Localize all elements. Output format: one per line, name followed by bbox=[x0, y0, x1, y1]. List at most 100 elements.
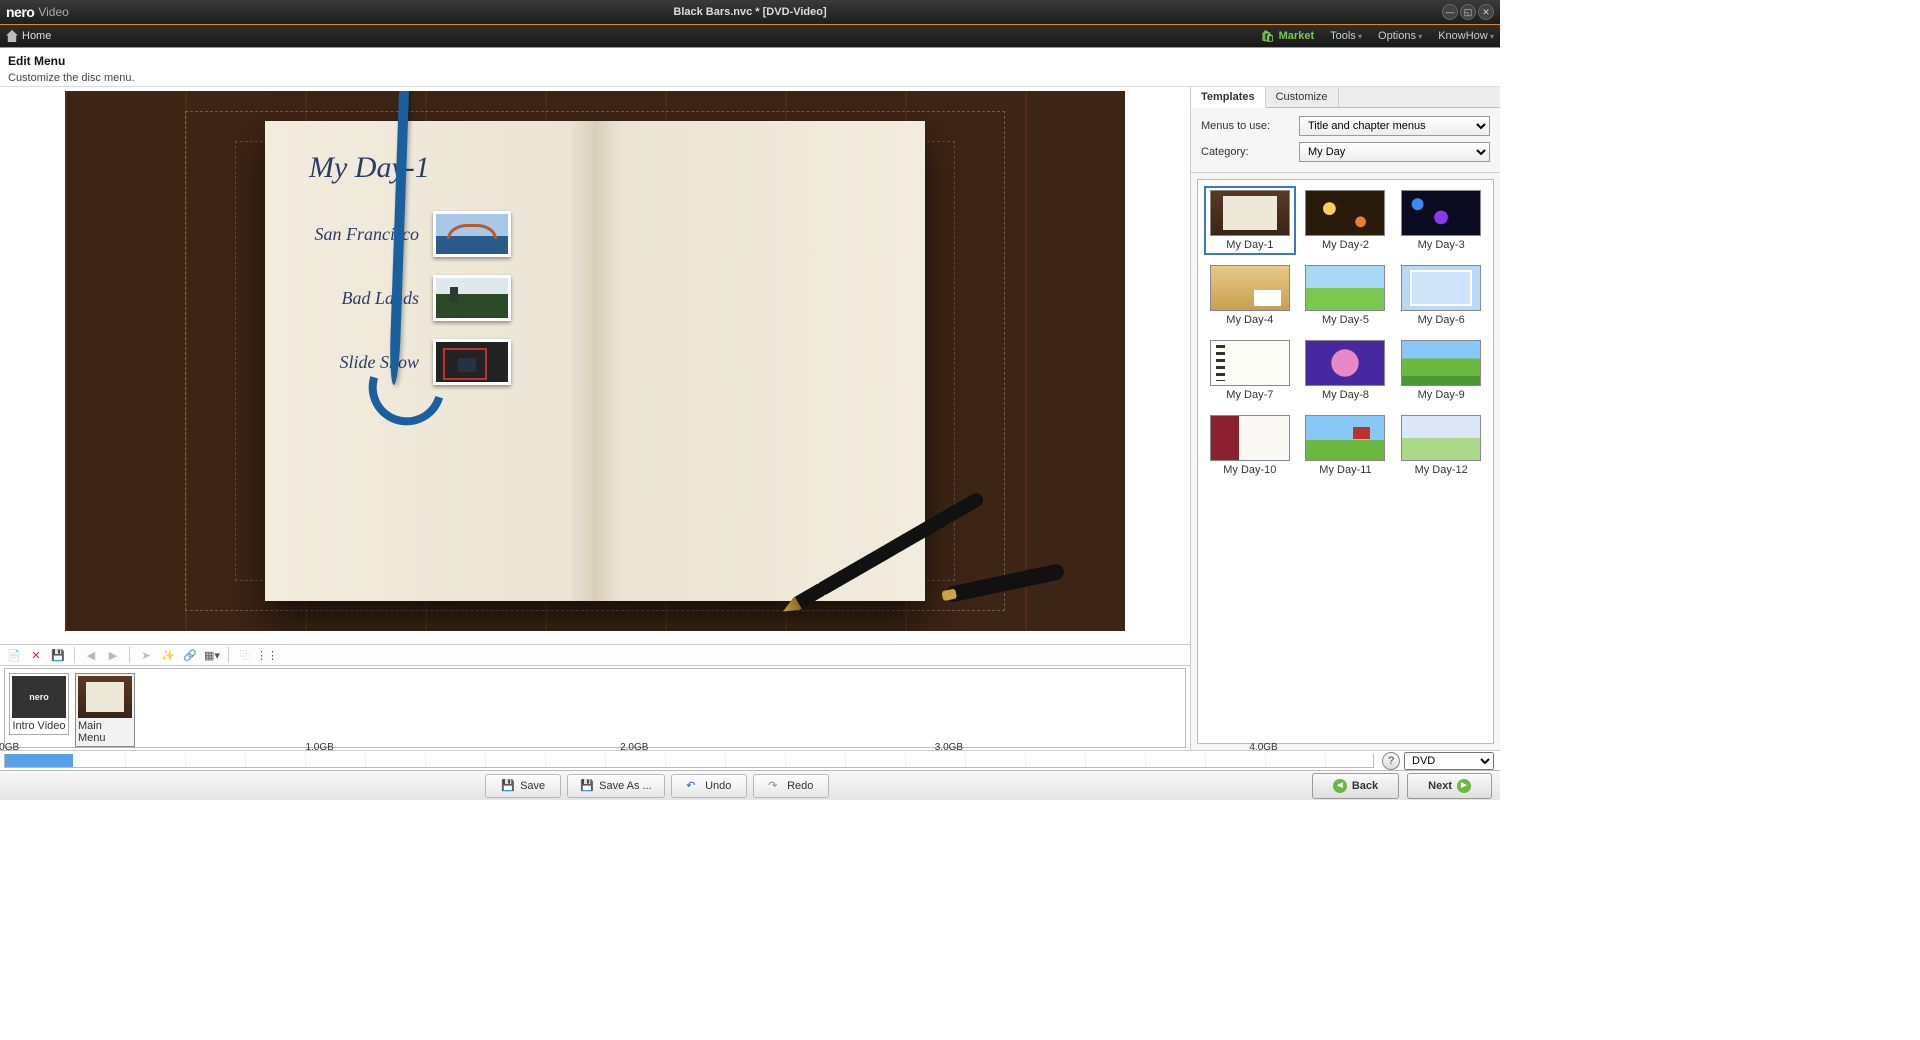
menu-item-thumb bbox=[433, 211, 511, 257]
template-item[interactable]: My Day-11 bbox=[1302, 413, 1390, 478]
disc-usage-row: 0.0GB 1.0GB 2.0GB 3.0GB 4.0GB ? DVD bbox=[0, 750, 1500, 770]
knowhow-menu[interactable]: KnowHow bbox=[1438, 30, 1494, 42]
tab-templates[interactable]: Templates bbox=[1191, 87, 1266, 108]
market-button[interactable]: 🛍 Market bbox=[1261, 30, 1314, 43]
tools-menu[interactable]: Tools bbox=[1330, 30, 1362, 42]
template-label: My Day-3 bbox=[1418, 239, 1465, 251]
template-label: My Day-4 bbox=[1226, 314, 1273, 326]
align-icon[interactable]: ⋮⋮ bbox=[257, 646, 277, 664]
template-item[interactable]: My Day-8 bbox=[1302, 338, 1390, 403]
new-item-icon: 📄 bbox=[4, 646, 24, 664]
redo-icon: ↷ bbox=[768, 779, 782, 793]
undo-icon: ↶ bbox=[686, 779, 700, 793]
undo-button[interactable]: ↶Undo bbox=[671, 774, 747, 798]
template-label: My Day-2 bbox=[1322, 239, 1369, 251]
footer-bar: 💾Save 💾Save As ... ↶Undo ↷Redo ◄Back Nex… bbox=[0, 770, 1500, 800]
template-label: My Day-12 bbox=[1415, 464, 1468, 476]
minimize-button[interactable]: — bbox=[1442, 4, 1458, 20]
redo-button[interactable]: ↷Redo bbox=[753, 774, 829, 798]
template-item[interactable]: My Day-9 bbox=[1397, 338, 1485, 403]
page-title: Edit Menu bbox=[8, 54, 1492, 68]
home-button[interactable]: Home bbox=[6, 30, 51, 42]
menus-label: Menus to use: bbox=[1201, 120, 1293, 132]
home-icon bbox=[6, 30, 18, 42]
home-label: Home bbox=[22, 30, 51, 42]
page-header: Edit Menu Customize the disc menu. bbox=[0, 48, 1500, 87]
tab-customize[interactable]: Customize bbox=[1266, 87, 1339, 107]
grid-icon[interactable]: ▦▾ bbox=[202, 646, 222, 664]
disc-tick: 3.0GB bbox=[935, 742, 963, 753]
clip-thumb bbox=[78, 676, 132, 718]
template-label: My Day-9 bbox=[1418, 389, 1465, 401]
disc-type-select[interactable]: DVD bbox=[1404, 752, 1494, 770]
close-button[interactable]: ✕ bbox=[1478, 4, 1494, 20]
disc-tick: 0.0GB bbox=[0, 742, 19, 753]
template-item[interactable]: My Day-6 bbox=[1397, 263, 1485, 328]
next-button[interactable]: Next► bbox=[1407, 773, 1492, 799]
template-item[interactable]: My Day-10 bbox=[1206, 413, 1294, 478]
template-label: My Day-6 bbox=[1418, 314, 1465, 326]
template-item[interactable]: My Day-7 bbox=[1206, 338, 1294, 403]
save-icon: 💾 bbox=[501, 779, 515, 793]
market-label: Market bbox=[1279, 30, 1314, 42]
save-icon[interactable]: 💾 bbox=[48, 646, 68, 664]
book-graphic: My Day-1 San Francisco Bad Lands Slide S… bbox=[265, 121, 925, 601]
template-label: My Day-5 bbox=[1322, 314, 1369, 326]
template-item[interactable]: My Day-4 bbox=[1206, 263, 1294, 328]
brand-logo: nero bbox=[6, 4, 34, 20]
disc-usage-bar: 0.0GB 1.0GB 2.0GB 3.0GB 4.0GB bbox=[4, 754, 1374, 768]
options-menu[interactable]: Options bbox=[1378, 30, 1422, 42]
menu-preview[interactable]: My Day-1 San Francisco Bad Lands Slide S… bbox=[65, 91, 1125, 631]
nav-prev-icon: ◀ bbox=[81, 646, 101, 664]
document-title: Black Bars.nvc * [DVD-Video] bbox=[673, 6, 826, 18]
pointer-icon: ➤ bbox=[136, 646, 156, 664]
preview-canvas: My Day-1 San Francisco Bad Lands Slide S… bbox=[0, 87, 1190, 644]
category-label: Category: bbox=[1201, 146, 1293, 158]
disc-tick: 1.0GB bbox=[305, 742, 333, 753]
nav-next-icon: ▶ bbox=[103, 646, 123, 664]
template-item[interactable]: My Day-2 bbox=[1302, 188, 1390, 253]
save-button[interactable]: 💾Save bbox=[485, 774, 561, 798]
side-panel: Templates Customize Menus to use: Title … bbox=[1190, 87, 1500, 750]
template-label: My Day-8 bbox=[1322, 389, 1369, 401]
title-bar: nero Video Black Bars.nvc * [DVD-Video] … bbox=[0, 0, 1500, 24]
brand-sub: Video bbox=[38, 5, 68, 19]
disc-tick: 4.0GB bbox=[1249, 742, 1277, 753]
group-icon: ⿻ bbox=[235, 646, 255, 664]
menu-title[interactable]: My Day-1 bbox=[309, 151, 571, 185]
back-icon: ◄ bbox=[1333, 779, 1347, 793]
preview-toolbar: 📄 ✕ 💾 ◀ ▶ ➤ ✨ 🔗 ▦▾ ⿻ ⋮⋮ bbox=[0, 644, 1190, 666]
help-icon[interactable]: ? bbox=[1382, 752, 1400, 770]
menus-select[interactable]: Title and chapter menus bbox=[1299, 116, 1490, 136]
category-select[interactable]: My Day bbox=[1299, 142, 1490, 162]
template-item[interactable]: My Day-12 bbox=[1397, 413, 1485, 478]
template-label: My Day-11 bbox=[1319, 464, 1371, 476]
template-label: My Day-1 bbox=[1226, 239, 1273, 251]
template-item[interactable]: My Day-1 bbox=[1206, 188, 1294, 253]
delete-icon[interactable]: ✕ bbox=[26, 646, 46, 664]
clip-intro[interactable]: nero Intro Video bbox=[9, 673, 69, 735]
clip-label: Main Menu bbox=[78, 720, 132, 744]
back-button[interactable]: ◄Back bbox=[1312, 773, 1399, 799]
template-item[interactable]: My Day-5 bbox=[1302, 263, 1390, 328]
clip-strip: nero Intro Video Main Menu bbox=[4, 668, 1186, 748]
wand-icon[interactable]: ✨ bbox=[158, 646, 178, 664]
clip-thumb: nero bbox=[12, 676, 66, 718]
clip-main-menu[interactable]: Main Menu bbox=[75, 673, 135, 747]
page-subtitle: Customize the disc menu. bbox=[8, 72, 1492, 84]
menu-item-thumb bbox=[433, 275, 511, 321]
template-label: My Day-10 bbox=[1223, 464, 1276, 476]
template-label: My Day-7 bbox=[1226, 389, 1273, 401]
menu-item-2[interactable]: Bad Lands bbox=[299, 275, 571, 321]
template-item[interactable]: My Day-3 bbox=[1397, 188, 1485, 253]
menu-bar: Home 🛍 Market Tools Options KnowHow bbox=[0, 24, 1500, 48]
next-icon: ► bbox=[1457, 779, 1471, 793]
menu-item-1[interactable]: San Francisco bbox=[299, 211, 571, 257]
clip-label: Intro Video bbox=[12, 720, 65, 732]
maximize-button[interactable]: ◱ bbox=[1460, 4, 1476, 20]
save-as-button[interactable]: 💾Save As ... bbox=[567, 774, 665, 798]
link-icon[interactable]: 🔗 bbox=[180, 646, 200, 664]
template-list[interactable]: My Day-1 My Day-2 My Day-3 My Day-4 My D… bbox=[1197, 179, 1494, 744]
disc-tick: 2.0GB bbox=[620, 742, 648, 753]
save-as-icon: 💾 bbox=[580, 779, 594, 793]
